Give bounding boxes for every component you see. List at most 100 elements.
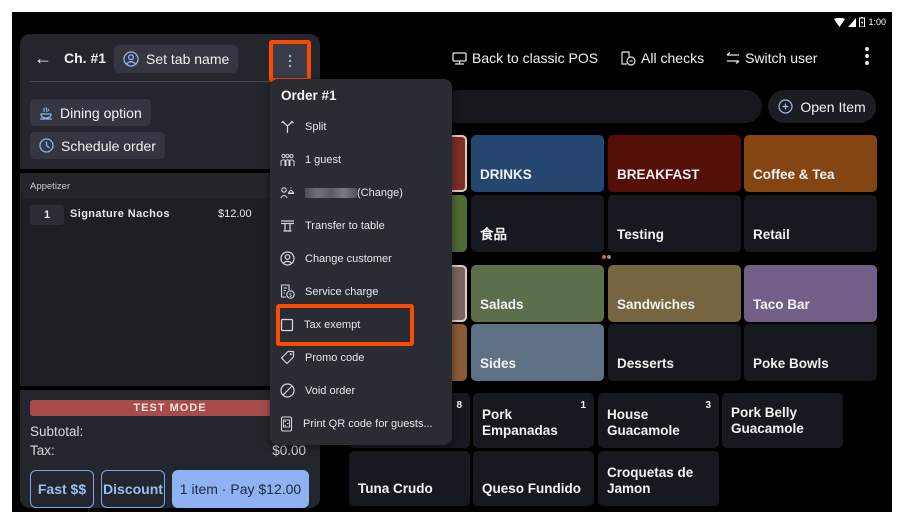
tile-label: House Guacamole — [607, 407, 680, 438]
customer-icon — [280, 251, 295, 266]
menu-item-tile[interactable]: 1 Pork Empanadas — [473, 393, 594, 448]
menu-item-split[interactable]: Split — [270, 110, 452, 143]
menu-item-change-customer[interactable]: Change customer — [270, 242, 452, 275]
dining-option-label: Dining option — [60, 104, 142, 121]
arrow-left-icon[interactable]: ← — [34, 48, 52, 69]
item-count-badge: 3 — [705, 400, 711, 411]
menu-group-tile[interactable]: Poke Bowls — [744, 324, 877, 381]
menu-group-tile[interactable]: Taco Bar — [744, 265, 877, 322]
all-checks-label: All checks — [641, 50, 705, 66]
dining-option-button[interactable]: Dining option — [30, 99, 151, 126]
menu-item-label: 1 guest — [305, 153, 342, 166]
subtotal-label: Subtotal: — [30, 424, 84, 439]
set-tab-name-label: Set tab name — [146, 51, 230, 67]
top-nav: Back to classic POS All checks Switch us… — [452, 46, 892, 70]
page-dot[interactable] — [607, 255, 611, 259]
switch-user-button[interactable]: Switch user — [726, 50, 817, 66]
tile-label: Salads — [480, 297, 524, 312]
menu-item-tile[interactable]: Tuna Crudo — [349, 451, 470, 506]
menu-group-tile[interactable]: Sides — [471, 324, 604, 381]
tile-label: Poke Bowls — [753, 356, 829, 371]
menu-group-tile[interactable]: DRINKS — [471, 135, 604, 192]
tile-label: Taco Bar — [753, 297, 810, 312]
menu-item-tile[interactable]: 3 House Guacamole — [598, 393, 719, 448]
tax-label: Tax: — [30, 443, 55, 458]
menu-group-tile[interactable]: Coffee & Tea — [744, 135, 877, 192]
set-tab-name-button[interactable]: Set tab name — [114, 45, 239, 73]
tile-label: Desserts — [617, 356, 675, 371]
server-icon — [280, 187, 295, 199]
item-name: Signature Nachos — [70, 208, 170, 220]
menu-group-tile[interactable]: 食品 — [471, 195, 604, 252]
change-link: (Change) — [357, 186, 403, 199]
menu-group-tile[interactable]: BREAKFAST — [608, 135, 741, 192]
battery-icon — [859, 17, 866, 27]
page-dot-active[interactable] — [602, 255, 606, 259]
search-input[interactable] — [442, 90, 762, 123]
open-item-label: Open Item — [800, 98, 866, 115]
menu-item-server[interactable]: (Change) — [270, 176, 452, 209]
more-vertical-icon — [288, 54, 292, 68]
check-title: Ch. #1 — [64, 50, 107, 66]
tile-label: Croquetas de Jamon — [607, 465, 694, 496]
order-options-button[interactable] — [269, 40, 311, 82]
tile-label: 食品 — [480, 227, 507, 242]
menu-item-label: Split — [305, 120, 327, 133]
menu-item-guests[interactable]: 1 guest — [270, 143, 452, 176]
menu-item-label: Promo code — [305, 351, 365, 364]
menu-item-tile[interactable]: Croquetas de Jamon — [598, 451, 719, 506]
tile-label: Coffee & Tea — [753, 167, 835, 182]
back-to-classic-pos-button[interactable]: Back to classic POS — [452, 50, 598, 66]
all-checks-button[interactable]: All checks — [620, 50, 704, 66]
qr-print-icon — [280, 415, 293, 432]
pay-button[interactable]: 1 item · Pay $12.00 — [172, 470, 309, 508]
menu-item-transfer-table[interactable]: Transfer to table — [270, 209, 452, 242]
tile-label: DRINKS — [480, 167, 532, 182]
tile-label: Pork Empanadas — [482, 407, 558, 438]
more-options-button[interactable] — [864, 46, 870, 69]
order-options-menu: Order #1 Split 1 guest (Change) Transfer… — [270, 79, 452, 445]
menu-item-void-order[interactable]: Void order — [270, 374, 452, 407]
menu-item-label: Print QR code for guests... — [303, 417, 433, 430]
menu-group-tile[interactable]: Retail — [744, 195, 877, 252]
tax-value: $0.00 — [272, 443, 306, 458]
menu-item-label: Transfer to table — [305, 219, 385, 232]
dining-icon — [40, 106, 52, 120]
menu-item-tile[interactable]: Pork Belly Guacamole — [722, 393, 843, 448]
item-count-badge: 1 — [580, 400, 586, 411]
divider — [30, 81, 310, 82]
menu-item-label: Service charge — [305, 285, 379, 298]
menu-group-tile[interactable]: Salads — [471, 265, 604, 322]
item-price: $12.00 — [218, 208, 252, 220]
tax-exempt-highlight — [276, 304, 414, 346]
menu-group-tile[interactable]: Desserts — [608, 324, 741, 381]
swap-icon — [726, 52, 740, 64]
schedule-order-button[interactable]: Schedule order — [30, 132, 165, 159]
menu-item-label: Void order — [305, 384, 356, 397]
signal-icon — [848, 17, 857, 27]
menu-item-label: Change customer — [305, 252, 392, 265]
menu-item-print-qr[interactable]: Print QR code for guests... — [270, 407, 452, 440]
more-vertical-icon — [865, 47, 869, 65]
svg-text:$: $ — [289, 293, 293, 299]
plus-circle-icon — [778, 99, 793, 114]
redacted-name — [305, 187, 357, 198]
menu-group-tile[interactable]: Sandwiches — [608, 265, 741, 322]
monitor-icon — [452, 51, 467, 65]
fast-cash-button[interactable]: Fast $$ — [30, 470, 94, 508]
open-item-button[interactable]: Open Item — [768, 90, 876, 123]
table-icon — [281, 220, 294, 232]
tile-label: Sides — [480, 356, 517, 371]
guests-icon — [280, 153, 295, 166]
menu-group-tile[interactable]: Testing — [608, 195, 741, 252]
menu-item-tile[interactable]: Queso Fundido — [473, 451, 594, 506]
item-quantity[interactable]: 1 — [30, 205, 64, 225]
tile-label: Queso Fundido — [482, 481, 581, 496]
discount-button[interactable]: Discount — [101, 470, 165, 508]
wifi-icon — [834, 17, 846, 27]
tile-label: BREAKFAST — [617, 167, 700, 182]
status-time: 1:00 — [868, 17, 886, 27]
tile-label: Retail — [753, 227, 790, 242]
user-circle-icon — [123, 51, 139, 67]
clock-icon — [39, 138, 54, 153]
